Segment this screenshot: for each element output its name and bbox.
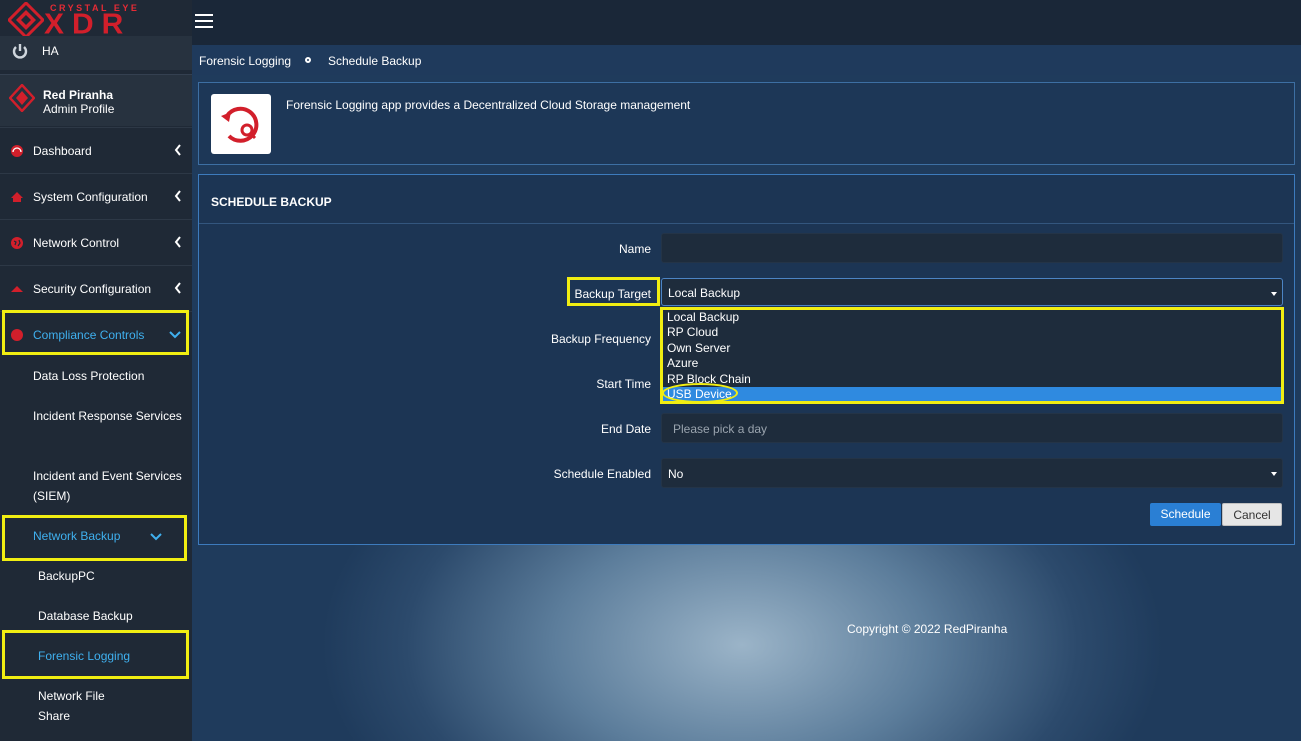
backup-frequency-label: Backup Frequency — [550, 332, 651, 346]
sidebar-item-database-backup[interactable]: Database Backup — [38, 606, 178, 626]
chevron-left-icon — [174, 190, 181, 202]
schedule-button[interactable]: Schedule — [1150, 503, 1221, 526]
name-input[interactable] — [661, 233, 1283, 263]
admin-profile[interactable]: Red Piranha Admin Profile — [0, 74, 192, 126]
end-date-input[interactable]: Please pick a day — [661, 413, 1283, 443]
nav-network-control[interactable]: Network Control — [0, 219, 192, 265]
option-usb-device[interactable]: USB Device — [662, 387, 1282, 402]
schedule-backup-form: SCHEDULE BACKUP Name Backup Target Local… — [198, 174, 1295, 545]
copyright: Copyright © 2022 RedPiranha — [847, 622, 1008, 636]
form-header: SCHEDULE BACKUP — [199, 175, 1294, 224]
ha-label: HA — [42, 44, 59, 58]
option-own-server[interactable]: Own Server — [662, 341, 1282, 356]
brand-logo-icon — [8, 2, 44, 38]
profile-name: Red Piranha — [43, 88, 114, 102]
nav-label: Dashboard — [33, 144, 92, 158]
compliance-icon — [11, 329, 23, 341]
globe-icon — [11, 237, 23, 249]
chevron-left-icon — [174, 282, 181, 294]
nav-label: System Configuration — [33, 190, 148, 204]
shield-icon — [11, 286, 23, 292]
sidebar-item-data-loss-protection[interactable]: Data Loss Protection — [33, 366, 183, 386]
nav-dashboard[interactable]: Dashboard — [0, 127, 192, 173]
logo-bar: CRYSTAL EYE XDR — [0, 0, 192, 40]
breadcrumb-parent[interactable]: Forensic Logging — [199, 54, 291, 68]
end-date-label: End Date — [600, 422, 651, 436]
backup-target-label: Backup Target — [574, 287, 652, 301]
backup-target-select[interactable]: Local Backup — [661, 278, 1283, 306]
form-title: SCHEDULE BACKUP — [211, 195, 332, 209]
sidebar: CRYSTAL EYE XDR HA Red Piranha Admin Pro… — [0, 0, 192, 741]
breadcrumb-separator-icon — [305, 57, 311, 63]
option-local-backup[interactable]: Local Backup — [662, 310, 1282, 325]
nav-label: Security Configuration — [33, 282, 152, 296]
breadcrumb: Forensic Logging Schedule Backup — [192, 45, 1301, 75]
forensic-logging-app-icon — [211, 94, 271, 154]
top-bar — [192, 0, 1301, 45]
end-date-placeholder: Please pick a day — [673, 422, 768, 436]
nav-label: Compliance Controls — [33, 328, 145, 342]
profile-logo-icon — [9, 84, 35, 112]
start-time-label: Start Time — [596, 377, 651, 391]
nav-compliance-controls[interactable]: Compliance Controls — [0, 311, 192, 357]
option-azure[interactable]: Azure — [662, 356, 1282, 371]
nav-system-configuration[interactable]: System Configuration — [0, 173, 192, 219]
option-rp-cloud[interactable]: RP Cloud — [662, 325, 1282, 340]
menu-icon[interactable] — [195, 14, 213, 32]
caret-down-icon — [1271, 292, 1277, 296]
breadcrumb-current: Schedule Backup — [328, 54, 422, 68]
nav-security-configuration[interactable]: Security Configuration — [0, 265, 192, 311]
schedule-enabled-select[interactable]: No — [661, 458, 1283, 488]
app-description: Forensic Logging app provides a Decentra… — [286, 98, 691, 112]
profile-subtitle: Admin Profile — [43, 102, 115, 116]
caret-down-icon — [1271, 472, 1277, 476]
schedule-enabled-value: No — [668, 467, 684, 481]
sidebar-item-backuppc[interactable]: BackupPC — [38, 566, 178, 586]
ha-row[interactable]: HA — [0, 36, 192, 70]
schedule-enabled-label: Schedule Enabled — [553, 467, 651, 481]
home-icon — [11, 192, 23, 202]
power-icon — [12, 44, 28, 59]
main-content: Forensic Logging Schedule Backup Forensi… — [192, 45, 1301, 741]
option-rp-block-chain[interactable]: RP Block Chain — [662, 372, 1282, 387]
sidebar-item-forensic-logging[interactable]: Forensic Logging — [38, 646, 178, 666]
backup-target-dropdown: Local Backup RP Cloud Own Server Azure R… — [661, 309, 1283, 403]
dashboard-icon — [11, 145, 23, 157]
nav-label: Network Control — [33, 236, 120, 250]
app-info-panel: Forensic Logging app provides a Decentra… — [198, 82, 1295, 165]
chevron-down-icon — [169, 331, 181, 339]
chevron-left-icon — [174, 144, 181, 156]
name-label: Name — [618, 242, 651, 256]
sidebar-item-incident-response[interactable]: Incident Response Services — [33, 406, 183, 426]
backup-target-value: Local Backup — [668, 286, 741, 300]
brand-main-text: XDR — [44, 8, 132, 41]
sidebar-item-network-file-share[interactable]: Network File Share — [38, 686, 128, 726]
chevron-left-icon — [174, 236, 181, 248]
sidebar-item-siem[interactable]: Incident and Event Services (SIEM) — [33, 466, 183, 506]
chevron-down-icon — [150, 533, 162, 541]
cancel-button[interactable]: Cancel — [1222, 503, 1282, 526]
